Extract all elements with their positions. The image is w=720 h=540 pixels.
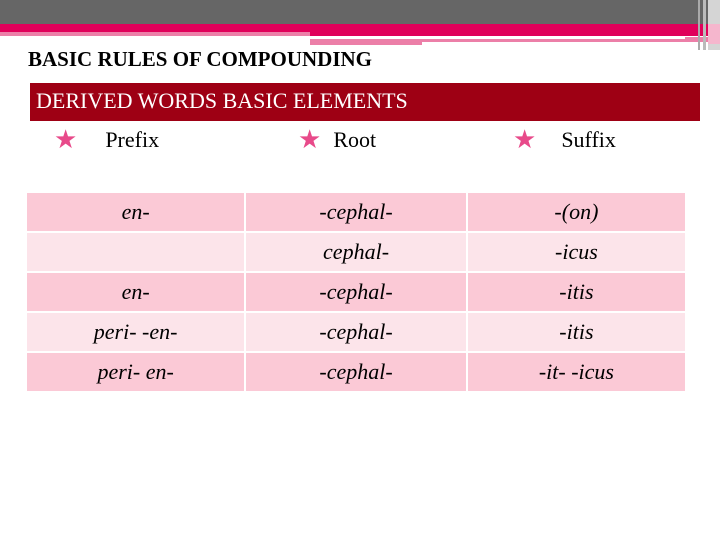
header-stripe-white: [310, 36, 685, 39]
column-header-suffix: ★ Suffix: [513, 122, 616, 158]
star-icon: ★: [298, 125, 322, 154]
cell-prefix: [27, 233, 245, 271]
cell-prefix: peri- en-: [27, 353, 245, 391]
table-row: peri- en- -cephal- -it- -icus: [27, 353, 685, 391]
cell-suffix: -icus: [467, 233, 685, 271]
column-label: Prefix: [105, 127, 160, 152]
section-banner-text: DERIVED WORDS BASIC ELEMENTS: [36, 88, 408, 113]
slide-title: BASIC RULES OF COMPOUNDING: [28, 47, 372, 71]
cell-suffix: -itis: [467, 313, 685, 351]
header-stripe-gray: [0, 0, 720, 24]
column-label: Suffix: [561, 127, 616, 152]
star-icon: ★: [54, 125, 78, 154]
header-stripe-pink-left: [0, 32, 310, 36]
cell-root: cephal-: [246, 233, 466, 271]
header-stripe-pink-tail: [310, 42, 422, 45]
edge-decoration: [708, 24, 720, 44]
column-label: Root: [333, 127, 377, 152]
column-header-prefix: ★ Prefix: [54, 122, 159, 158]
cell-root: -cephal-: [246, 313, 466, 351]
table-row: cephal- -icus: [27, 233, 685, 271]
star-icon: ★: [513, 125, 537, 154]
table-row: en- -cephal- -(on): [27, 193, 685, 231]
cell-root: -cephal-: [246, 273, 466, 311]
cell-prefix: en-: [27, 273, 245, 311]
cell-suffix: -(on): [467, 193, 685, 231]
edge-decoration: [698, 0, 700, 50]
cell-root: -cephal-: [246, 353, 466, 391]
elements-table: en- -cephal- -(on) cephal- -icus en- -ce…: [25, 191, 687, 393]
cell-suffix: -it- -icus: [467, 353, 685, 391]
column-header-root: ★ Root: [298, 122, 376, 158]
cell-root: -cephal-: [246, 193, 466, 231]
cell-prefix: peri- -en-: [27, 313, 245, 351]
cell-suffix: -itis: [467, 273, 685, 311]
cell-prefix: en-: [27, 193, 245, 231]
table-row: peri- -en- -cephal- -itis: [27, 313, 685, 351]
edge-decoration: [703, 0, 706, 50]
table-row: en- -cephal- -itis: [27, 273, 685, 311]
